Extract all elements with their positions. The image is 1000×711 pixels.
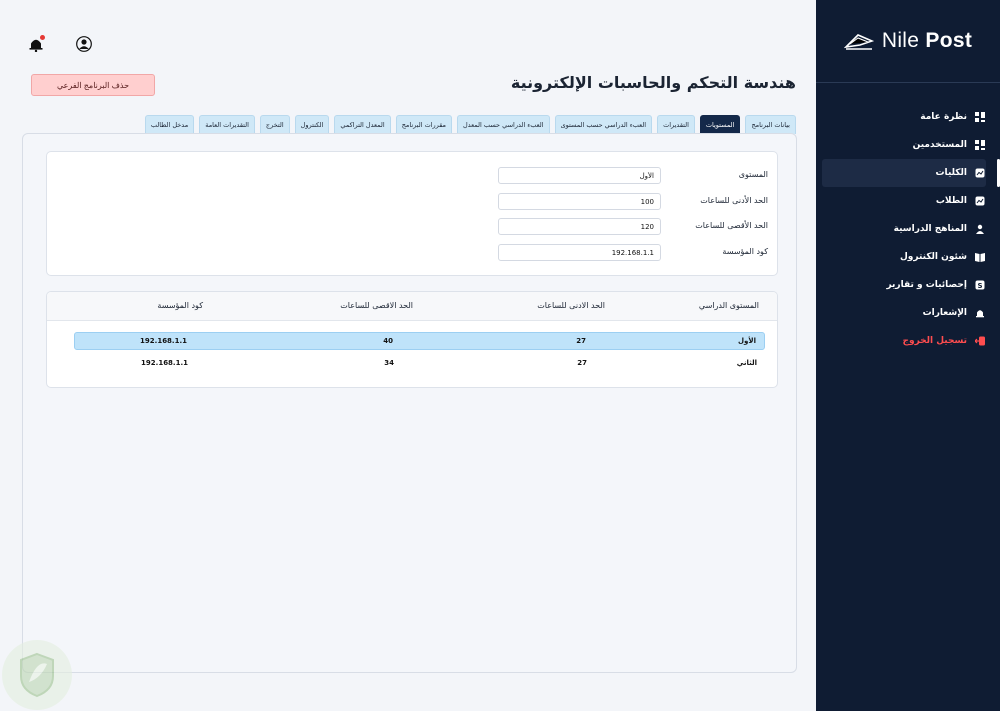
column-header-level: المستوى الدراسي bbox=[698, 301, 759, 310]
sidebar-item-label: الإشعارات bbox=[922, 308, 967, 318]
sidebar: Nile Post نظرة عامة المستخدمين الكليات ا… bbox=[816, 0, 1000, 711]
grid-icon bbox=[974, 139, 986, 151]
sidebar-item-label: تسجيل الخروج bbox=[902, 336, 968, 346]
logo[interactable]: Nile Post bbox=[816, 0, 1000, 83]
form-row-institution: كود المؤسسة bbox=[498, 244, 768, 261]
delete-subprogram-button[interactable]: حذف البرنامج الفرعي bbox=[31, 74, 155, 96]
tab-student-entry[interactable]: مدخل الطالب bbox=[144, 115, 195, 134]
min-hours-field[interactable] bbox=[498, 193, 661, 210]
tab-load-by-level[interactable]: العبء الدراسي حسب المستوى bbox=[554, 115, 653, 134]
tab-program-courses[interactable]: مقررات البرنامج bbox=[395, 115, 452, 134]
tab-general-grades[interactable]: التقديرات العامة bbox=[199, 115, 255, 134]
max-hours-field[interactable] bbox=[498, 218, 661, 235]
sidebar-item-label: شئون الكنترول bbox=[899, 252, 967, 262]
table-header: المستوى الدراسي الحد الادنى للساعات الحد… bbox=[47, 292, 777, 321]
sidebar-item-notifications[interactable]: الإشعارات bbox=[822, 299, 986, 327]
sidebar-nav: نظرة عامة المستخدمين الكليات الطلاب المن… bbox=[816, 103, 1000, 355]
notification-dot bbox=[40, 35, 45, 40]
table-row[interactable]: الأول 27 40 192.168.1.1 bbox=[74, 332, 765, 350]
column-header-max-hours: الحد الاقصى للساعات bbox=[340, 301, 413, 310]
sidebar-item-label: الطلاب bbox=[935, 196, 967, 206]
tab-control[interactable]: الكنترول bbox=[294, 115, 330, 134]
tabs-bar: بيانات البرنامج المستويات التقديرات العب… bbox=[144, 115, 796, 134]
tab-grades[interactable]: التقديرات bbox=[657, 115, 695, 134]
tab-load-by-gpa[interactable]: العبء الدراسي حسب المعدل bbox=[457, 115, 550, 134]
column-header-min-hours: الحد الادنى للساعات bbox=[537, 301, 605, 310]
page-title: هندسة التحكم والحاسبات الإلكترونية bbox=[510, 73, 796, 92]
sidebar-item-users[interactable]: المستخدمين bbox=[822, 131, 986, 159]
logo-icon bbox=[843, 34, 874, 50]
cell-level: الثاني bbox=[736, 359, 757, 367]
sidebar-item-label: نظرة عامة bbox=[920, 112, 967, 122]
form-row-level: المستوى bbox=[498, 167, 768, 184]
form-row-min-hours: الحد الأدنى للساعات bbox=[498, 193, 768, 210]
chart-icon bbox=[974, 167, 986, 179]
grid-icon bbox=[974, 111, 986, 123]
institution-field[interactable] bbox=[498, 244, 661, 261]
tab-graduation[interactable]: التخرج bbox=[259, 115, 290, 134]
tab-program-data[interactable]: بيانات البرنامج bbox=[745, 115, 796, 134]
sidebar-item-students[interactable]: الطلاب bbox=[822, 187, 986, 215]
form-row-max-hours: الحد الأقصى للساعات bbox=[498, 218, 768, 235]
level-field[interactable] bbox=[498, 167, 661, 184]
watermark-logo bbox=[2, 640, 72, 710]
min-hours-label: الحد الأدنى للساعات bbox=[700, 196, 768, 205]
sidebar-item-logout[interactable]: تسجيل الخروج bbox=[822, 327, 986, 355]
user-circle-icon bbox=[76, 36, 92, 52]
sidebar-item-label: إحصائيات و تقارير bbox=[886, 280, 967, 290]
user-icon bbox=[974, 223, 986, 235]
tab-levels[interactable]: المستويات bbox=[699, 115, 741, 134]
sidebar-item-curricula[interactable]: المناهج الدراسية bbox=[822, 215, 986, 243]
institution-label: كود المؤسسة bbox=[722, 247, 768, 256]
shield-icon bbox=[20, 652, 54, 698]
profile-button[interactable] bbox=[74, 34, 94, 54]
sidebar-item-label: المناهج الدراسية bbox=[893, 224, 967, 234]
cell-min-hours: 27 bbox=[577, 359, 587, 367]
cell-max-hours: 40 bbox=[383, 337, 393, 345]
cell-level: الأول bbox=[737, 337, 756, 345]
cell-institution: 192.168.1.1 bbox=[140, 337, 187, 345]
bell-icon bbox=[974, 307, 986, 319]
topbar-icons bbox=[26, 34, 94, 54]
logo-text-bold: Post bbox=[925, 29, 973, 52]
notifications-button[interactable] bbox=[26, 34, 46, 54]
sidebar-item-overview[interactable]: نظرة عامة bbox=[822, 103, 986, 131]
levels-table: المستوى الدراسي الحد الادنى للساعات الحد… bbox=[46, 291, 778, 388]
level-label: المستوى bbox=[738, 170, 768, 179]
svg-text:S: S bbox=[977, 282, 982, 290]
chart-icon bbox=[974, 195, 986, 207]
sidebar-item-control[interactable]: شئون الكنترول bbox=[822, 243, 986, 271]
cell-min-hours: 27 bbox=[576, 337, 586, 345]
cell-institution: 192.168.1.1 bbox=[141, 359, 188, 367]
sidebar-item-label: المستخدمين bbox=[912, 140, 967, 150]
cell-max-hours: 34 bbox=[384, 359, 394, 367]
sidebar-item-colleges[interactable]: الكليات bbox=[822, 159, 1000, 187]
sidebar-item-label: الكليات bbox=[935, 168, 967, 178]
logout-icon bbox=[974, 335, 986, 347]
tab-cumulative-gpa[interactable]: المعدل التراكمي bbox=[334, 115, 391, 134]
max-hours-label: الحد الأقصى للساعات bbox=[695, 221, 768, 230]
level-form: المستوى الحد الأدنى للساعات الحد الأقصى … bbox=[46, 151, 778, 276]
book-icon bbox=[974, 251, 986, 263]
dollar-icon: S bbox=[974, 279, 986, 291]
table-row[interactable]: الثاني 27 34 192.168.1.1 bbox=[74, 355, 765, 373]
column-header-institution: كود المؤسسة bbox=[157, 301, 203, 310]
logo-text-light: Nile bbox=[881, 29, 920, 52]
sidebar-item-reports[interactable]: إحصائيات و تقارير S bbox=[822, 271, 986, 299]
